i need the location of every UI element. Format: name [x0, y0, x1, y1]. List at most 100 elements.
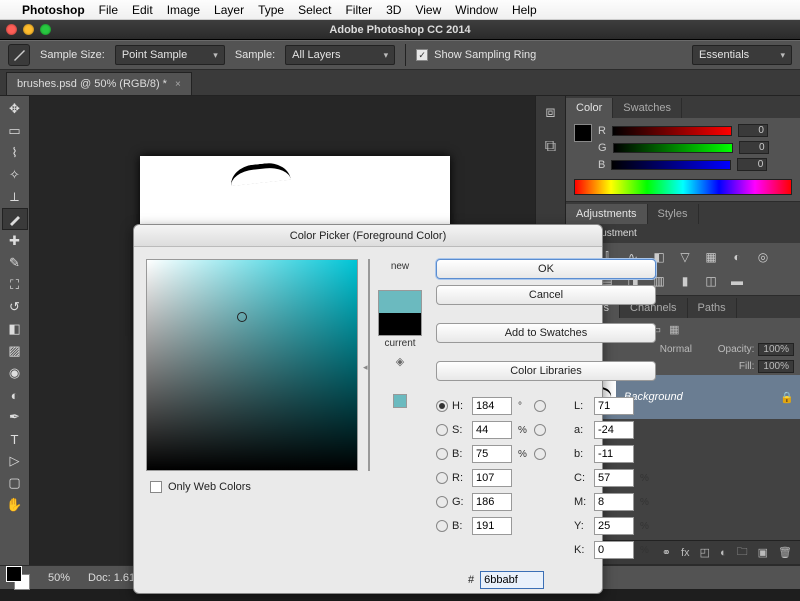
tool-marquee[interactable]: ▭: [2, 120, 28, 142]
fx-icon[interactable]: fx: [681, 547, 690, 559]
tool-wand[interactable]: ✧: [2, 164, 28, 186]
tool-shape[interactable]: ▢: [2, 472, 28, 494]
menu-3d[interactable]: 3D: [386, 3, 401, 17]
tool-heal[interactable]: ✚: [2, 230, 28, 252]
only-web-colors-checkbox[interactable]: Only Web Colors: [150, 481, 358, 493]
tool-eyedropper[interactable]: [2, 208, 28, 230]
radio-s[interactable]: [436, 424, 448, 436]
sample-select[interactable]: All Layers: [285, 45, 395, 65]
radio-b[interactable]: [436, 520, 448, 532]
tool-history-brush[interactable]: ↺: [2, 296, 28, 318]
tool-blur[interactable]: ◉: [2, 362, 28, 384]
close-window-button[interactable]: [6, 24, 17, 35]
tab-adjustments[interactable]: Adjustments: [566, 204, 648, 224]
app-menu[interactable]: Photoshop: [22, 3, 85, 17]
color-field[interactable]: [146, 259, 358, 471]
input-c[interactable]: [594, 469, 634, 487]
tool-path-select[interactable]: ▷: [2, 450, 28, 472]
hue-slider[interactable]: ◂: [368, 259, 370, 471]
tool-crop[interactable]: ⟂: [2, 186, 28, 208]
radio-g[interactable]: [436, 496, 448, 508]
spectrum-strip[interactable]: [574, 179, 792, 195]
group-icon[interactable]: 🗀: [737, 543, 748, 562]
adj-photo-filter-icon[interactable]: ◎: [754, 249, 772, 265]
b-value[interactable]: 0: [737, 158, 767, 171]
tool-type[interactable]: T: [2, 428, 28, 450]
input-s[interactable]: [472, 421, 512, 439]
menu-layer[interactable]: Layer: [214, 3, 244, 17]
tab-color[interactable]: Color: [566, 98, 613, 118]
properties-panel-icon[interactable]: ⧉: [545, 138, 556, 156]
minimize-window-button[interactable]: [23, 24, 34, 35]
menu-type[interactable]: Type: [258, 3, 284, 17]
workspace-select[interactable]: Essentials: [692, 45, 792, 65]
trash-icon[interactable]: 🗑: [778, 546, 792, 559]
color-libraries-button[interactable]: Color Libraries: [436, 361, 656, 381]
tool-pen[interactable]: ✒: [2, 406, 28, 428]
tool-dodge[interactable]: ◐: [2, 384, 28, 406]
adj-selective-icon[interactable]: ◫: [702, 273, 720, 289]
input-lab-b[interactable]: [594, 445, 634, 463]
zoom-window-button[interactable]: [40, 24, 51, 35]
add-to-swatches-button[interactable]: Add to Swatches: [436, 323, 656, 343]
tool-lasso[interactable]: ⌇: [2, 142, 28, 164]
filter-smart-icon[interactable]: ▦: [669, 323, 679, 336]
foreground-background-swatch[interactable]: [6, 566, 30, 590]
adj-bw-icon[interactable]: ◐: [728, 249, 746, 265]
input-h[interactable]: [472, 397, 512, 415]
input-m[interactable]: [594, 493, 634, 511]
websafe-swatch[interactable]: [393, 394, 407, 408]
tool-preset-icon[interactable]: [8, 44, 30, 66]
tab-paths[interactable]: Paths: [688, 298, 737, 318]
history-panel-icon[interactable]: ⧈: [545, 104, 555, 122]
tool-brush[interactable]: ✎: [2, 252, 28, 274]
adj-hue-icon[interactable]: ▦: [702, 249, 720, 265]
tool-hand[interactable]: ✋: [2, 494, 28, 516]
adj-vibrance-icon[interactable]: ▽: [676, 249, 694, 265]
new-current-swatch[interactable]: [378, 290, 422, 336]
adj-threshold-icon[interactable]: ▮: [676, 273, 694, 289]
close-tab-icon[interactable]: ×: [175, 79, 181, 90]
cube-icon[interactable]: ◈: [396, 355, 404, 368]
r-slider[interactable]: [612, 126, 732, 136]
input-hex[interactable]: [480, 571, 544, 589]
menu-edit[interactable]: Edit: [132, 3, 153, 17]
foreground-swatch[interactable]: [574, 124, 592, 142]
zoom-level[interactable]: 50%: [48, 572, 70, 584]
tool-gradient[interactable]: ▨: [2, 340, 28, 362]
input-y[interactable]: [594, 517, 634, 535]
tab-styles[interactable]: Styles: [648, 204, 699, 224]
tool-stamp[interactable]: ⛶: [2, 274, 28, 296]
input-b[interactable]: [472, 517, 512, 535]
show-sampling-ring-checkbox[interactable]: ✓Show Sampling Ring: [416, 49, 536, 61]
g-slider[interactable]: [613, 143, 733, 153]
b-slider[interactable]: [611, 160, 731, 170]
input-a[interactable]: [594, 421, 634, 439]
tool-eraser[interactable]: ◧: [2, 318, 28, 340]
radio-a[interactable]: [534, 424, 546, 436]
menu-file[interactable]: File: [99, 3, 118, 17]
fill-value[interactable]: 100%: [758, 360, 794, 373]
menu-view[interactable]: View: [415, 3, 441, 17]
radio-l[interactable]: [534, 400, 546, 412]
document-tab[interactable]: brushes.psd @ 50% (RGB/8) * ×: [6, 72, 192, 95]
new-layer-icon[interactable]: ▣: [758, 546, 768, 559]
lock-icon[interactable]: 🔒: [780, 391, 794, 404]
menu-image[interactable]: Image: [167, 3, 200, 17]
ok-button[interactable]: OK: [436, 259, 656, 279]
sample-size-select[interactable]: Point Sample: [115, 45, 225, 65]
adj-gradient-map-icon[interactable]: ▬: [728, 273, 746, 289]
menu-window[interactable]: Window: [455, 3, 498, 17]
link-layers-icon[interactable]: ⚭: [662, 546, 671, 559]
g-value[interactable]: 0: [739, 141, 769, 154]
input-r[interactable]: [472, 469, 512, 487]
blend-mode-select[interactable]: Normal: [660, 343, 710, 356]
input-bv[interactable]: [472, 445, 512, 463]
menu-filter[interactable]: Filter: [345, 3, 372, 17]
adjustment-layer-icon[interactable]: ◐: [720, 547, 727, 559]
mask-icon[interactable]: ◰: [700, 546, 710, 559]
radio-h[interactable]: [436, 400, 448, 412]
radio-bv[interactable]: [436, 448, 448, 460]
menu-select[interactable]: Select: [298, 3, 331, 17]
r-value[interactable]: 0: [738, 124, 768, 137]
